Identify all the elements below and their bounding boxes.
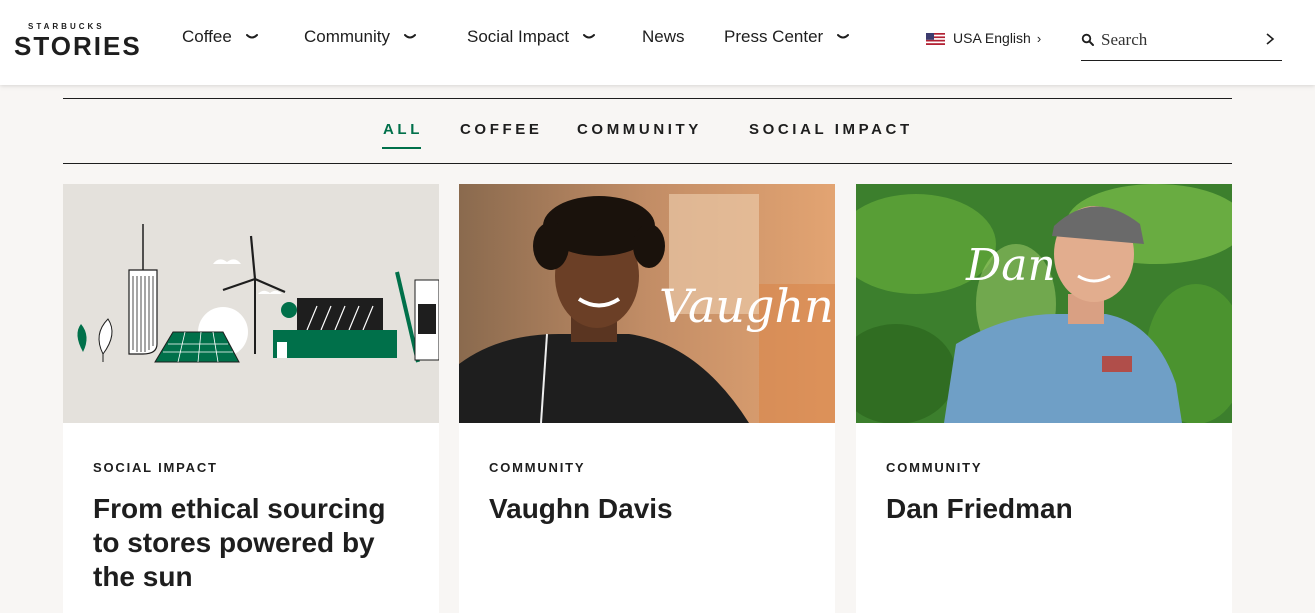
solar-cityscape-illustration — [63, 184, 439, 423]
card-category: SOCIAL IMPACT — [93, 460, 218, 475]
language-selector[interactable]: USA English › — [926, 29, 1041, 47]
story-card[interactable]: Vaughn COMMUNITY Vaughn Davis — [459, 184, 835, 613]
nav-item-label: Social Impact — [467, 27, 570, 46]
chevron-down-icon — [245, 31, 258, 43]
overlay-name-text: Vaughn — [659, 279, 834, 333]
card-title[interactable]: Vaughn Davis — [489, 492, 809, 526]
category-filter-bar: ALL COFFEE COMMUNITY SOCIAL IMPACT — [63, 98, 1232, 164]
nav-item-label: News — [642, 27, 685, 46]
nav-item-community[interactable]: Community — [304, 26, 416, 48]
search-icon — [1081, 33, 1094, 46]
filter-community[interactable]: COMMUNITY — [577, 121, 702, 149]
filter-label: COFFEE — [460, 121, 543, 138]
site-header: STARBUCKS STORIES Coffee Community Socia… — [0, 0, 1315, 85]
filter-label: SOCIAL IMPACT — [749, 121, 913, 138]
nav-item-press-center[interactable]: Press Center — [724, 26, 850, 48]
chevron-down-icon — [403, 31, 416, 43]
dan-portrait-photo: Dan — [856, 184, 1232, 423]
active-filter-underline — [382, 147, 421, 149]
card-title[interactable]: Dan Friedman — [886, 492, 1206, 526]
nav-item-label: Press Center — [724, 27, 824, 46]
filter-all[interactable]: ALL — [382, 121, 423, 149]
vaughn-portrait-photo: Vaughn — [459, 184, 835, 423]
filter-coffee[interactable]: COFFEE — [460, 121, 542, 149]
nav-item-coffee[interactable]: Coffee — [182, 26, 258, 48]
story-card[interactable]: Dan COMMUNITY Dan Friedman — [856, 184, 1232, 613]
nav-item-news[interactable]: News — [642, 26, 685, 48]
card-title[interactable]: From ethical sourcing to stores powered … — [93, 492, 413, 594]
story-card[interactable]: SOCIAL IMPACT From ethical sourcing to s… — [63, 184, 439, 613]
logo-top-text: STARBUCKS — [28, 22, 105, 31]
logo-main-text: STORIES — [14, 31, 142, 61]
chevron-right-icon: › — [1036, 30, 1042, 46]
overlay-name-text: Dan — [965, 240, 1056, 291]
search-box[interactable] — [1081, 24, 1282, 61]
filter-social-impact[interactable]: SOCIAL IMPACT — [749, 121, 913, 149]
nav-item-label: Coffee — [182, 27, 232, 46]
filter-label: COMMUNITY — [577, 121, 702, 138]
starbucks-stories-logo[interactable]: STARBUCKS STORIES — [14, 22, 140, 62]
us-flag-icon — [926, 32, 945, 45]
card-category: COMMUNITY — [489, 460, 586, 475]
language-label: USA English — [953, 30, 1031, 46]
nav-item-label: Community — [304, 27, 390, 46]
card-category: COMMUNITY — [886, 460, 983, 475]
nav-item-social-impact[interactable]: Social Impact — [467, 26, 596, 48]
search-submit-icon[interactable] — [1264, 32, 1276, 46]
chevron-down-icon — [583, 31, 596, 43]
search-input[interactable] — [1101, 26, 1261, 54]
chevron-down-icon — [837, 31, 850, 43]
filter-label: ALL — [383, 121, 423, 138]
